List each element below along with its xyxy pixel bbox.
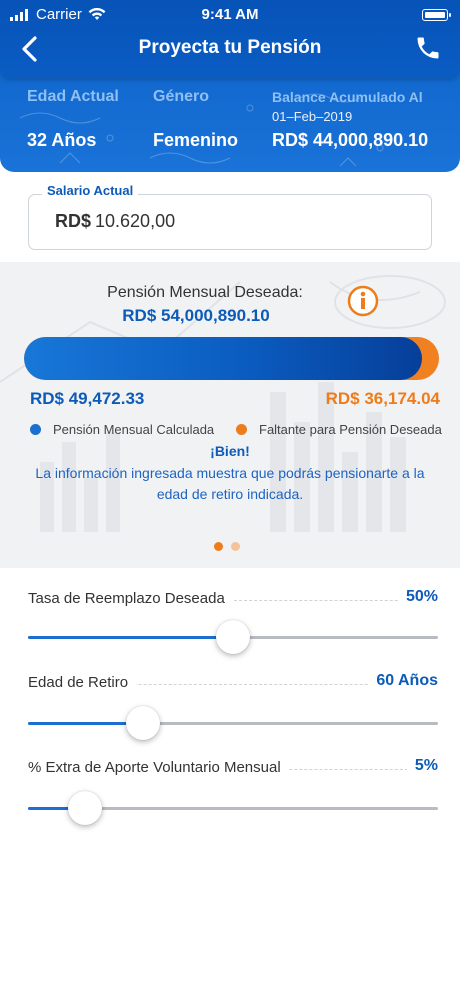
status-bar: Carrier 9:41 AM xyxy=(0,0,460,30)
back-button[interactable] xyxy=(16,34,46,64)
age-value: 32 Años xyxy=(27,130,97,150)
slider-value: 5% xyxy=(406,757,438,775)
slider-thumb[interactable] xyxy=(68,791,103,825)
balance-date: 01–Feb–2019 xyxy=(272,109,353,124)
salary-label: Salario Actual xyxy=(42,183,139,198)
calculated-pension-fill xyxy=(24,337,423,380)
slider-thumb[interactable] xyxy=(216,620,250,654)
legend-calculated-label: Pensión Mensual Calculada xyxy=(53,422,215,437)
salary-input-value[interactable]: RD$ 10.620,00 xyxy=(55,211,175,232)
age-label: Edad Actual xyxy=(27,88,119,105)
desired-pension-value: RD$ 54,000,890.10 xyxy=(122,306,270,325)
balance-block: Balance Acumulado Al 01–Feb–2019 RD$ 44,… xyxy=(272,89,428,151)
result-title: ¡Bien! xyxy=(210,443,250,459)
result-message: La información ingresada muestra que pod… xyxy=(35,465,425,502)
pension-carousel-card[interactable]: Pensión Mensual Deseada: RD$ 54,000,890.… xyxy=(0,262,460,568)
slider-label: % Extra de Aporte Voluntario Mensual xyxy=(28,759,289,776)
salary-amount: 10.620,00 xyxy=(95,211,176,231)
slider-track[interactable] xyxy=(28,706,438,740)
info-icon xyxy=(347,285,379,317)
balance-value: RD$ 44,000,890.10 xyxy=(272,130,429,150)
missing-pension-value: RD$ 36,174.04 xyxy=(325,389,440,408)
legend-calculated-dot xyxy=(30,424,41,435)
info-button[interactable] xyxy=(347,285,379,317)
phone-icon xyxy=(417,37,439,59)
carousel-page-indicator xyxy=(214,542,240,551)
slider-label: Edad de Retiro xyxy=(28,674,137,691)
call-button[interactable] xyxy=(414,34,442,62)
salary-field[interactable]: RD$ 10.620,00 xyxy=(28,194,432,250)
page-title: Proyecta tu Pensión xyxy=(138,37,322,58)
legend-missing-dot xyxy=(236,424,247,435)
gender-value: Femenino xyxy=(153,130,239,150)
balance-label: Balance Acumulado Al xyxy=(272,89,423,105)
slider-value: 50% xyxy=(397,588,438,606)
page-dot-1[interactable] xyxy=(214,542,223,551)
gender-label: Género xyxy=(153,88,210,105)
age-block: Edad Actual 32 Años xyxy=(27,88,119,151)
slider-track[interactable] xyxy=(28,620,438,654)
battery-icon xyxy=(422,9,451,21)
legend-missing-label: Faltante para Pensión Deseada xyxy=(259,422,442,437)
pension-progress-bar xyxy=(24,337,439,380)
slider-track[interactable] xyxy=(28,791,438,825)
legend-calculated: Pensión Mensual Calculada xyxy=(30,422,214,437)
legend-missing: Faltante para Pensión Deseada xyxy=(236,422,442,437)
chevron-left-icon xyxy=(22,36,37,62)
slider-thumb[interactable] xyxy=(125,706,160,740)
slider-label: Tasa de Reemplazo Deseada xyxy=(28,590,233,607)
clock: 9:41 AM xyxy=(201,6,259,23)
calculated-pension-value: RD$ 49,472.33 xyxy=(30,389,145,408)
header: Carrier 9:41 AM Proyecta tu Pensión Edad… xyxy=(0,0,460,172)
gender-block: Género Femenino xyxy=(153,88,238,151)
page-dot-2[interactable] xyxy=(231,542,240,551)
slider-track-fill xyxy=(28,636,233,639)
salary-currency: RD$ xyxy=(55,211,92,231)
slider-value: 60 Años xyxy=(368,672,438,690)
